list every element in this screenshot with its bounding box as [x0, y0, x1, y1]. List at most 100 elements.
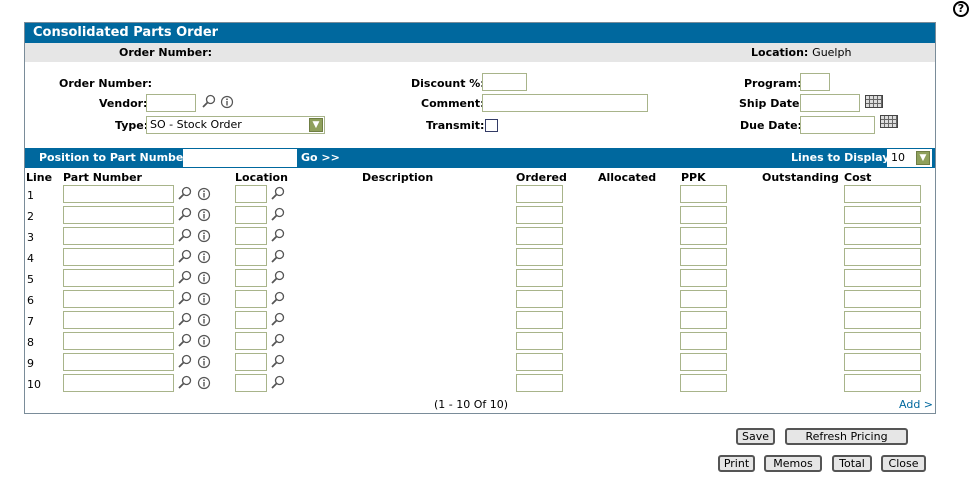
part-info-icon[interactable] [197, 271, 211, 285]
part-number-input[interactable] [63, 269, 174, 287]
location-input[interactable] [235, 332, 267, 350]
part-info-icon[interactable] [197, 334, 211, 348]
position-input[interactable] [183, 149, 297, 167]
ordered-input[interactable] [516, 248, 563, 266]
type-select[interactable]: SO - Stock Order ▼ [146, 116, 325, 134]
part-info-icon[interactable] [197, 355, 211, 369]
add-link[interactable]: Add > [899, 398, 933, 411]
ordered-input[interactable] [516, 206, 563, 224]
part-info-icon[interactable] [197, 376, 211, 390]
part-info-icon[interactable] [197, 187, 211, 201]
part-number-input[interactable] [63, 248, 174, 266]
part-info-icon[interactable] [197, 292, 211, 306]
cost-input[interactable] [844, 374, 921, 392]
lines-to-display-select[interactable]: 10 ▼ [887, 149, 932, 167]
ppk-input[interactable] [680, 269, 727, 287]
cost-input[interactable] [844, 248, 921, 266]
part-number-input[interactable] [63, 332, 174, 350]
part-number-input[interactable] [63, 227, 174, 245]
program-input[interactable] [800, 73, 830, 91]
part-search-icon[interactable] [178, 249, 192, 263]
location-search-icon[interactable] [271, 270, 285, 284]
part-info-icon[interactable] [197, 313, 211, 327]
location-input[interactable] [235, 290, 267, 308]
location-search-icon[interactable] [271, 375, 285, 389]
refresh-pricing-button[interactable]: Refresh Pricing [785, 428, 908, 445]
part-search-icon[interactable] [178, 270, 192, 284]
ppk-input[interactable] [680, 185, 727, 203]
help-icon[interactable]: ? [953, 1, 969, 17]
total-button[interactable]: Total [832, 455, 872, 472]
discount-input[interactable] [482, 73, 527, 91]
transmit-checkbox[interactable] [485, 119, 498, 132]
save-button[interactable]: Save [736, 428, 775, 445]
ppk-input[interactable] [680, 290, 727, 308]
location-input[interactable] [235, 374, 267, 392]
part-search-icon[interactable] [178, 207, 192, 221]
location-search-icon[interactable] [271, 207, 285, 221]
part-number-input[interactable] [63, 185, 174, 203]
part-number-input[interactable] [63, 353, 174, 371]
part-search-icon[interactable] [178, 186, 192, 200]
ppk-input[interactable] [680, 206, 727, 224]
cost-input[interactable] [844, 227, 921, 245]
part-number-input[interactable] [63, 311, 174, 329]
ship-date-calendar-icon[interactable] [865, 95, 883, 108]
cost-input[interactable] [844, 185, 921, 203]
ordered-input[interactable] [516, 353, 563, 371]
part-search-icon[interactable] [178, 375, 192, 389]
memos-button[interactable]: Memos [764, 455, 822, 472]
location-input[interactable] [235, 269, 267, 287]
ppk-input[interactable] [680, 248, 727, 266]
due-date-calendar-icon[interactable] [880, 115, 898, 128]
due-date-input[interactable] [800, 116, 875, 134]
part-info-icon[interactable] [197, 250, 211, 264]
part-search-icon[interactable] [178, 291, 192, 305]
cost-input[interactable] [844, 353, 921, 371]
location-search-icon[interactable] [271, 312, 285, 326]
part-number-input[interactable] [63, 206, 174, 224]
vendor-search-icon[interactable] [202, 94, 216, 108]
ppk-input[interactable] [680, 227, 727, 245]
vendor-info-icon[interactable] [220, 95, 234, 109]
location-search-icon[interactable] [271, 186, 285, 200]
part-info-icon[interactable] [197, 229, 211, 243]
ppk-input[interactable] [680, 311, 727, 329]
location-search-icon[interactable] [271, 333, 285, 347]
location-search-icon[interactable] [271, 291, 285, 305]
ordered-input[interactable] [516, 185, 563, 203]
ppk-input[interactable] [680, 353, 727, 371]
location-search-icon[interactable] [271, 228, 285, 242]
location-search-icon[interactable] [271, 354, 285, 368]
go-link[interactable]: Go >> [301, 148, 340, 168]
part-info-icon[interactable] [197, 208, 211, 222]
vendor-input[interactable] [146, 94, 196, 112]
location-input[interactable] [235, 353, 267, 371]
ship-date-input[interactable] [800, 94, 860, 112]
chevron-down-icon[interactable]: ▼ [309, 118, 323, 132]
part-number-input[interactable] [63, 290, 174, 308]
part-search-icon[interactable] [178, 312, 192, 326]
location-input[interactable] [235, 185, 267, 203]
location-input[interactable] [235, 311, 267, 329]
chevron-down-icon[interactable]: ▼ [916, 151, 930, 165]
ordered-input[interactable] [516, 290, 563, 308]
location-input[interactable] [235, 248, 267, 266]
cost-input[interactable] [844, 311, 921, 329]
ordered-input[interactable] [516, 227, 563, 245]
cost-input[interactable] [844, 206, 921, 224]
ordered-input[interactable] [516, 332, 563, 350]
location-search-icon[interactable] [271, 249, 285, 263]
cost-input[interactable] [844, 332, 921, 350]
cost-input[interactable] [844, 269, 921, 287]
ordered-input[interactable] [516, 311, 563, 329]
part-search-icon[interactable] [178, 333, 192, 347]
location-input[interactable] [235, 206, 267, 224]
part-search-icon[interactable] [178, 228, 192, 242]
part-number-input[interactable] [63, 374, 174, 392]
close-button[interactable]: Close [881, 455, 926, 472]
cost-input[interactable] [844, 290, 921, 308]
ppk-input[interactable] [680, 332, 727, 350]
ppk-input[interactable] [680, 374, 727, 392]
part-search-icon[interactable] [178, 354, 192, 368]
